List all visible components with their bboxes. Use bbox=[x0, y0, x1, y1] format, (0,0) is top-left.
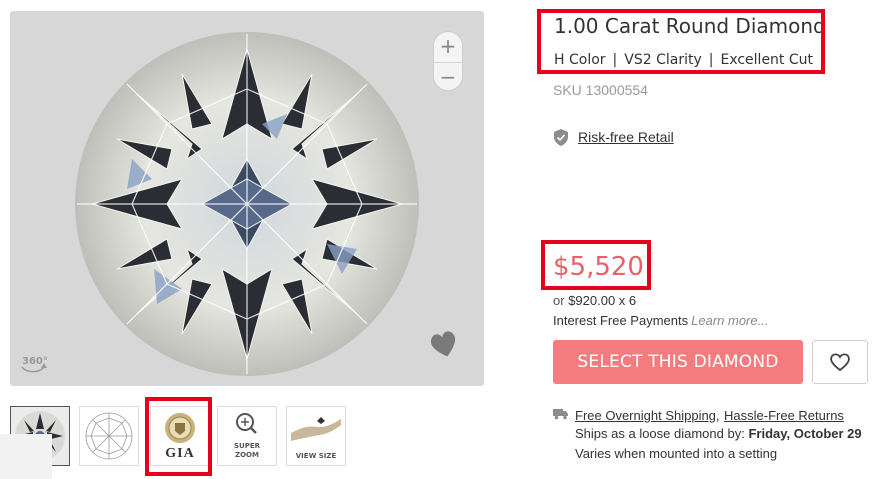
zoom-in-button[interactable]: + bbox=[434, 32, 462, 61]
risk-free-retail-link[interactable]: Risk-free Retail bbox=[578, 129, 674, 145]
diamond-diagram-icon bbox=[85, 412, 133, 460]
rotate-360-button[interactable]: 360° bbox=[18, 349, 48, 377]
product-specs: H Color | VS2 Clarity | Excellent Cut bbox=[554, 52, 813, 68]
corner-overlay bbox=[0, 434, 52, 479]
shipping-links: Free Overnight Shipping, Hassle-Free Ret… bbox=[575, 407, 844, 425]
gia-label: GIA bbox=[165, 446, 195, 461]
zoom-out-button[interactable]: − bbox=[434, 62, 462, 91]
product-title: 1.00 Carat Round Diamond bbox=[554, 14, 826, 38]
diamond-viewer[interactable]: + − 360° bbox=[10, 11, 484, 386]
select-diamond-button[interactable]: SELECT THIS DIAMOND bbox=[553, 340, 803, 384]
view-size-caption: VIEW SIZE bbox=[295, 452, 337, 460]
monthly-or: or bbox=[553, 293, 565, 308]
ships-as-prefix: Ships as a loose diamond by: bbox=[575, 426, 745, 441]
diamond-image bbox=[75, 32, 419, 376]
thumbnail-gia-certificate[interactable]: GIA bbox=[150, 406, 210, 466]
shield-check-icon bbox=[554, 129, 568, 146]
interest-free-row: Interest Free Payments Learn more... bbox=[553, 313, 768, 328]
truck-icon bbox=[553, 409, 568, 420]
monthly-payment: or $920.00 x 6 bbox=[553, 293, 636, 308]
rotate-360-label: 360° bbox=[22, 356, 48, 367]
spec-separator: | bbox=[708, 52, 714, 68]
spec-color: H Color bbox=[554, 52, 606, 68]
wishlist-button[interactable] bbox=[812, 340, 868, 384]
thumbnail-view-size[interactable]: VIEW SIZE bbox=[286, 406, 346, 466]
spec-cut: Excellent Cut bbox=[720, 52, 814, 68]
hassle-free-returns-link[interactable]: Hassle-Free Returns bbox=[724, 408, 844, 423]
ship-date: Friday, October 29 bbox=[748, 426, 862, 441]
thumbnail-super-zoom[interactable]: SUPER ZOOM bbox=[217, 406, 277, 466]
spec-separator: | bbox=[612, 52, 618, 68]
hand-ring-icon bbox=[291, 417, 341, 441]
magnifier-plus-icon bbox=[236, 413, 257, 434]
thumbnail-diamond-diagram[interactable] bbox=[79, 406, 139, 466]
zoom-controls: + − bbox=[433, 31, 463, 91]
super-zoom-caption: SUPER ZOOM bbox=[233, 442, 261, 459]
shipping-comma: , bbox=[715, 408, 720, 423]
free-overnight-shipping-link[interactable]: Free Overnight Shipping bbox=[575, 408, 716, 423]
spec-clarity: VS2 Clarity bbox=[624, 52, 702, 68]
monthly-amount: $920.00 x 6 bbox=[568, 293, 637, 308]
gia-seal-icon bbox=[165, 413, 195, 443]
product-price: $5,520 bbox=[553, 252, 644, 282]
ships-as-loose: Ships as a loose diamond by: Friday, Oct… bbox=[575, 426, 862, 441]
varies-when-mounted: Varies when mounted into a setting bbox=[575, 446, 778, 461]
heart-overlay-icon[interactable] bbox=[428, 329, 460, 359]
learn-more-link[interactable]: Learn more... bbox=[691, 313, 768, 328]
product-sku: SKU 13000554 bbox=[553, 82, 648, 98]
heart-icon bbox=[830, 353, 850, 372]
interest-free-text: Interest Free Payments bbox=[553, 313, 689, 328]
